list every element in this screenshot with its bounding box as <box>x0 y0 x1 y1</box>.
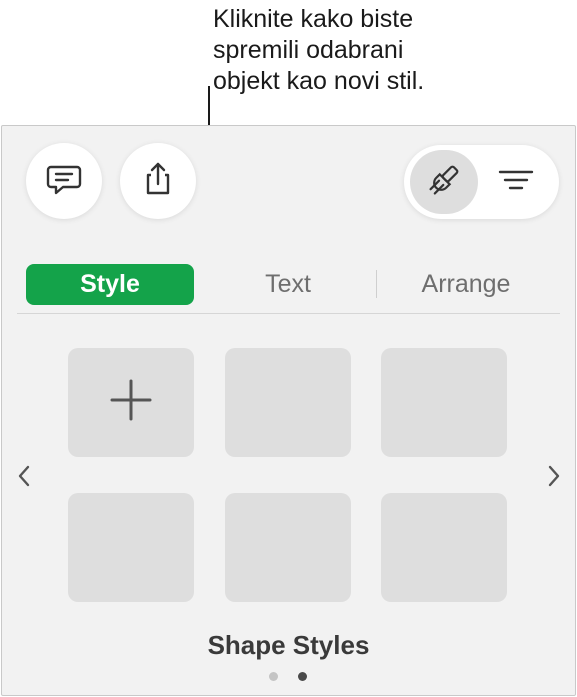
share-button[interactable] <box>120 143 196 219</box>
comment-icon <box>44 159 84 204</box>
page-dot[interactable] <box>269 672 278 681</box>
comment-button[interactable] <box>26 143 102 219</box>
style-tile[interactable] <box>68 493 194 602</box>
callout-text: Kliknite kako biste spremili odabrani ob… <box>213 5 425 95</box>
paintbrush-icon <box>424 160 464 205</box>
tab-arrange[interactable]: Arrange <box>396 264 536 305</box>
tab-divider <box>376 270 377 298</box>
style-tile[interactable] <box>381 493 507 602</box>
section-title: Shape Styles <box>207 630 370 660</box>
sort-lines-icon <box>496 165 536 200</box>
page-dot-current[interactable] <box>298 672 307 681</box>
tab-text[interactable]: Text <box>228 264 348 305</box>
tab-style[interactable]: Style <box>26 264 194 305</box>
add-style-button[interactable] <box>68 348 194 457</box>
plus-icon <box>108 377 154 428</box>
share-icon <box>138 159 178 204</box>
next-page-button[interactable] <box>543 462 565 494</box>
style-tile[interactable] <box>381 348 507 457</box>
style-tile[interactable] <box>225 348 351 457</box>
format-button[interactable] <box>410 150 478 214</box>
chevron-left-icon <box>17 464 31 493</box>
style-tile[interactable] <box>225 493 351 602</box>
organize-button[interactable] <box>494 162 538 202</box>
previous-page-button[interactable] <box>13 462 35 494</box>
tabs-divider-rule <box>17 313 560 314</box>
chevron-right-icon <box>547 464 561 493</box>
